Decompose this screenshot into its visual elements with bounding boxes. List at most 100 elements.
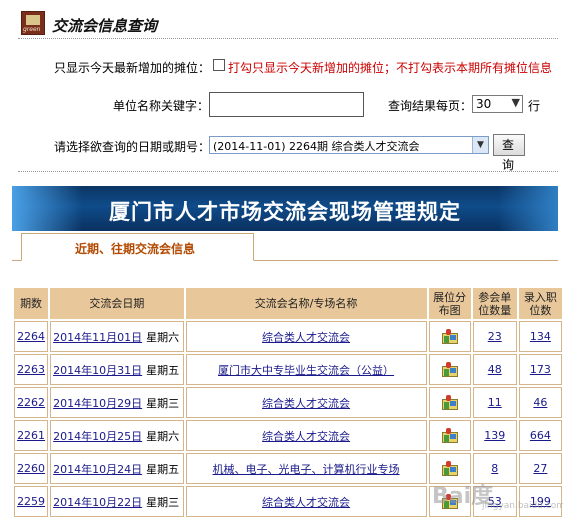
weekday: 星期三: [146, 396, 180, 410]
fair-id-link[interactable]: 2264: [17, 330, 45, 343]
cell-id: 2261: [14, 420, 49, 451]
cell-positions: 46: [518, 387, 562, 418]
col-header-map: 展位分 布图: [428, 288, 471, 319]
booth-map-icon[interactable]: [441, 427, 459, 444]
rules-banner[interactable]: 厦门市人才市场交流会现场管理规定: [12, 186, 558, 231]
query-button[interactable]: 查 询: [493, 134, 525, 172]
cell-map: [428, 354, 471, 385]
cell-units: 139: [472, 420, 517, 451]
units-count-link[interactable]: 8: [491, 462, 498, 475]
logo-text: green: [23, 26, 41, 33]
cell-positions: 173: [518, 354, 562, 385]
booth-map-icon[interactable]: [441, 394, 459, 411]
col-header-positions: 录入职 位数: [518, 288, 562, 319]
date-select[interactable]: (2014-11-01) 2264期 综合类人才交流会 ▼: [209, 136, 489, 154]
fair-date-link[interactable]: 2014年10月25日: [53, 430, 142, 443]
page-size-label: 查询结果每页：: [388, 99, 473, 113]
page-size-unit: 行: [528, 99, 541, 113]
new-only-checkbox[interactable]: [213, 59, 225, 71]
weekday: 星期五: [146, 462, 180, 476]
positions-count-link[interactable]: 173: [530, 363, 551, 376]
new-only-label: 只显示今天最新增加的摊位：: [54, 61, 211, 75]
site-logo: green: [21, 11, 45, 35]
cell-date: 2014年10月25日 星期六: [50, 420, 184, 451]
weekday: 星期五: [146, 363, 180, 377]
tab-recent-fairs[interactable]: 近期、往期交流会信息: [21, 233, 254, 261]
fair-name-link[interactable]: 综合类人才交流会: [262, 397, 350, 410]
logo-flag-icon: [26, 15, 40, 25]
fair-date-link[interactable]: 2014年10月24日: [53, 463, 142, 476]
cell-name: 厦门市大中专毕业生交流会（公益）: [185, 354, 427, 385]
booth-map-icon[interactable]: [441, 460, 459, 477]
cell-positions: 664: [518, 420, 562, 451]
page-title: 交流会信息查询: [52, 17, 158, 35]
cell-date: 2014年11月01日 星期六: [50, 321, 184, 352]
table-row: 2261 2014年10月25日 星期六 综合类人才交流会 139 664: [14, 420, 562, 451]
cell-map: [428, 321, 471, 352]
fair-name-link[interactable]: 厦门市大中专毕业生交流会（公益）: [218, 364, 394, 377]
booth-map-icon[interactable]: [441, 361, 459, 378]
units-count-link[interactable]: 139: [484, 429, 505, 442]
weekday: 星期三: [146, 495, 180, 509]
cell-date: 2014年10月24日 星期五: [50, 453, 184, 484]
fair-id-link[interactable]: 2263: [17, 363, 45, 376]
date-select-value: (2014-11-01) 2264期 综合类人才交流会: [213, 140, 420, 153]
fair-name-link[interactable]: 综合类人才交流会: [262, 331, 350, 344]
cell-name: 综合类人才交流会: [185, 321, 427, 352]
col-header-name: 交流会名称/专场名称: [185, 288, 427, 319]
cell-id: 2260: [14, 453, 49, 484]
cell-id: 2259: [14, 486, 49, 517]
cell-id: 2262: [14, 387, 49, 418]
table-header-row: 期数 交流会日期 交流会名称/专场名称 展位分 布图 参会单 位数量 录入职 位…: [14, 288, 562, 319]
baidu-watermark-url: jingyan.baidu.com: [482, 501, 563, 511]
units-count-link[interactable]: 23: [488, 330, 502, 343]
fair-name-link[interactable]: 机械、电子、光电子、计算机行业专场: [213, 463, 400, 476]
positions-count-link[interactable]: 46: [533, 396, 547, 409]
cell-positions: 134: [518, 321, 562, 352]
cell-id: 2264: [14, 321, 49, 352]
positions-count-link[interactable]: 664: [530, 429, 551, 442]
cell-units: 11: [472, 387, 517, 418]
booth-map-icon[interactable]: [441, 328, 459, 345]
cell-name: 综合类人才交流会: [185, 420, 427, 451]
date-label: 请选择欲查询的日期或期号：: [54, 140, 211, 154]
fair-name-link[interactable]: 综合类人才交流会: [262, 496, 350, 509]
units-count-link[interactable]: 48: [488, 363, 502, 376]
positions-count-link[interactable]: 134: [530, 330, 551, 343]
weekday: 星期六: [146, 330, 180, 344]
cell-date: 2014年10月22日 星期三: [50, 486, 184, 517]
cell-units: 48: [472, 354, 517, 385]
chevron-down-icon: ▼: [472, 137, 488, 153]
positions-count-link[interactable]: 27: [533, 462, 547, 475]
fair-id-link[interactable]: 2261: [17, 429, 45, 442]
page-size-value: 30: [476, 97, 492, 111]
fair-id-link[interactable]: 2260: [17, 462, 45, 475]
table-row: 2262 2014年10月29日 星期三 综合类人才交流会 11 46: [14, 387, 562, 418]
fair-date-link[interactable]: 2014年11月01日: [53, 331, 142, 344]
keyword-label: 单位名称关键字：: [113, 99, 210, 113]
weekday: 星期六: [146, 429, 180, 443]
col-header-date: 交流会日期: [50, 288, 184, 319]
chevron-down-icon: ▼: [511, 96, 520, 109]
fair-id-link[interactable]: 2262: [17, 396, 45, 409]
col-header-id: 期数: [14, 288, 49, 319]
page-size-select[interactable]: 30 ▼: [472, 95, 523, 113]
banner-text: 厦门市人才市场交流会现场管理规定: [109, 199, 461, 224]
cell-map: [428, 420, 471, 451]
title-divider: [18, 38, 558, 39]
cell-name: 综合类人才交流会: [185, 486, 427, 517]
keyword-input[interactable]: [209, 92, 364, 117]
fair-name-link[interactable]: 综合类人才交流会: [262, 430, 350, 443]
section-divider: [18, 171, 558, 172]
units-count-link[interactable]: 11: [488, 396, 502, 409]
fair-date-link[interactable]: 2014年10月31日: [53, 364, 142, 377]
table-row: 2264 2014年11月01日 星期六 综合类人才交流会 23 134: [14, 321, 562, 352]
fair-date-link[interactable]: 2014年10月29日: [53, 397, 142, 410]
cell-date: 2014年10月29日 星期三: [50, 387, 184, 418]
fair-date-link[interactable]: 2014年10月22日: [53, 496, 142, 509]
cell-id: 2263: [14, 354, 49, 385]
cell-name: 机械、电子、光电子、计算机行业专场: [185, 453, 427, 484]
cell-name: 综合类人才交流会: [185, 387, 427, 418]
fair-id-link[interactable]: 2259: [17, 495, 45, 508]
table-row: 2263 2014年10月31日 星期五 厦门市大中专毕业生交流会（公益） 48 173: [14, 354, 562, 385]
